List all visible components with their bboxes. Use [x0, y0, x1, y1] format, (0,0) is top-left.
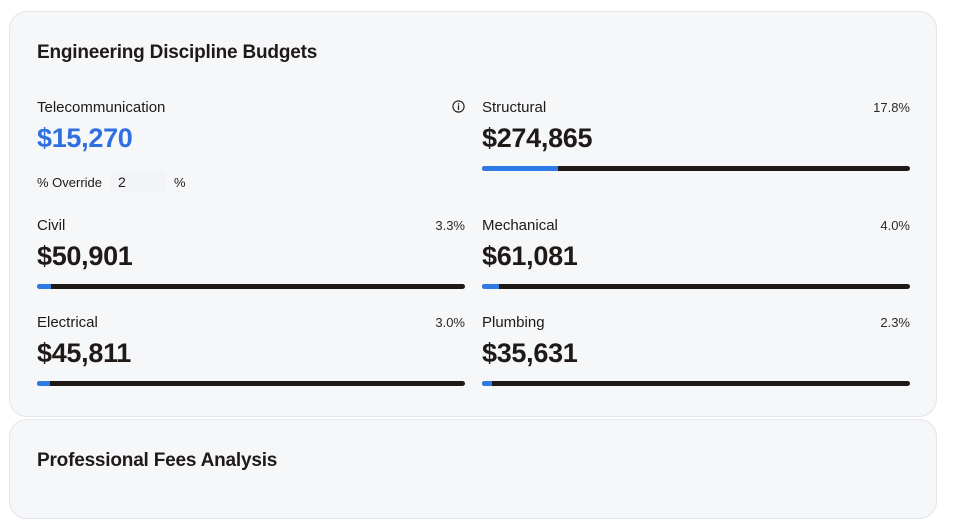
budget-item-label: Structural	[482, 99, 547, 116]
budgets-card-title: Engineering Discipline Budgets	[37, 42, 318, 63]
fees-card-title: Professional Fees Analysis	[37, 450, 278, 471]
engineering-budgets-card: Engineering Discipline Budgets Telecommu…	[9, 11, 937, 417]
budget-item-label: Plumbing	[482, 314, 545, 331]
budget-progress-bar	[482, 381, 910, 386]
budget-progress-fill	[482, 166, 559, 171]
budget-item-electrical: Electrical 3.0% $45,811	[37, 314, 465, 404]
budget-item-civil: Civil 3.3% $50,901	[37, 217, 465, 307]
budget-progress-bar	[482, 166, 910, 171]
budget-item-percent: 2.3%	[880, 315, 910, 330]
budget-item-mechanical: Mechanical 4.0% $61,081	[482, 217, 910, 307]
budget-item-percent: 4.0%	[880, 218, 910, 233]
budget-item-amount: $35,631	[482, 338, 578, 368]
budget-item-percent: 17.8%	[873, 100, 910, 115]
percent-override-unit: %	[174, 174, 186, 190]
budget-item-label: Mechanical	[482, 217, 558, 234]
budget-progress-bar	[482, 284, 910, 289]
professional-fees-card: Professional Fees Analysis	[9, 419, 937, 519]
budget-item-amount: $45,811	[37, 338, 132, 368]
budget-item-label: Electrical	[37, 314, 98, 331]
budget-item-label: Civil	[37, 217, 66, 234]
budget-item-label: Telecommunication	[37, 99, 166, 116]
budget-item-amount: $50,901	[37, 241, 133, 271]
budget-progress-fill	[482, 284, 500, 289]
budget-progress-fill	[482, 381, 492, 386]
info-icon[interactable]	[452, 100, 465, 113]
budget-item-amount: $274,865	[482, 123, 593, 153]
budget-progress-fill	[37, 381, 50, 386]
percent-override-label: % Override	[37, 174, 103, 190]
percent-override-input[interactable]	[110, 171, 167, 193]
budget-progress-bar	[37, 381, 465, 386]
percent-override-row: % Override %	[37, 170, 186, 194]
budget-item-percent: 3.0%	[435, 315, 465, 330]
budget-progress-bar	[37, 284, 465, 289]
budget-item-plumbing: Plumbing 2.3% $35,631	[482, 314, 910, 404]
budget-item-telecommunication: Telecommunication $15,270 % Override %	[37, 99, 465, 193]
budget-item-structural: Structural 17.8% $274,865	[482, 99, 910, 189]
budget-item-amount: $15,270	[37, 123, 133, 153]
budget-item-amount: $61,081	[482, 241, 578, 271]
budget-progress-fill	[37, 284, 52, 289]
budget-item-percent: 3.3%	[435, 218, 465, 233]
